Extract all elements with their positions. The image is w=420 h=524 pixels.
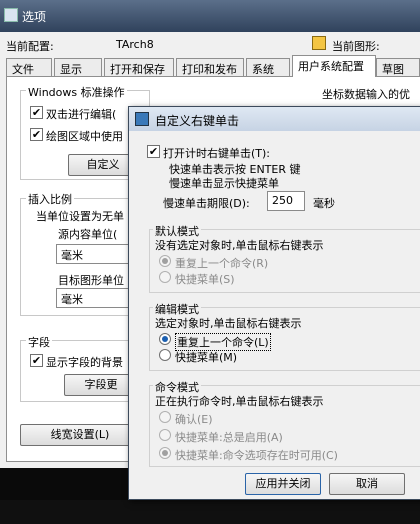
tab-plot-publish[interactable]: 打印和发布 xyxy=(176,58,244,77)
drawing-icon xyxy=(312,36,326,50)
slow-period-input[interactable]: 250 xyxy=(267,191,305,211)
command-shortcut-options-radio[interactable] xyxy=(159,447,171,459)
tab-drafting[interactable]: 草图 xyxy=(376,58,420,77)
field-background-label: 显示字段的背景 xyxy=(46,356,123,369)
current-profile-label: 当前配置: xyxy=(6,40,54,53)
current-profile-value: TArch8 xyxy=(116,38,154,51)
command-confirm-radio[interactable] xyxy=(159,411,171,423)
dblclick-edit-label: 双击进行编辑( xyxy=(46,108,117,121)
field-background-checkbox[interactable]: ✔ xyxy=(30,354,43,367)
shortcut-menu-label: 绘图区域中使用 xyxy=(46,130,123,143)
tab-open-save[interactable]: 打开和保存 xyxy=(104,58,174,77)
dblclick-edit-checkbox[interactable]: ✔ xyxy=(30,106,43,119)
right-click-dialog: 自定义右键单击 ✔ 打开计时右键单击(T): 快速单击表示按 ENTER 键 慢… xyxy=(128,106,420,500)
shortcut-menu-checkbox[interactable]: ✔ xyxy=(30,128,43,141)
default-mode-desc: 没有选定对象时,单击鼠标右键表示 xyxy=(155,239,324,252)
options-titlebar: 选项 xyxy=(0,0,420,32)
source-units-select[interactable]: 毫米 xyxy=(56,244,136,264)
command-confirm-label: 确认(E) xyxy=(175,413,213,426)
command-shortcut-always-label: 快捷菜单:总是启用(A) xyxy=(175,431,283,444)
lineweight-settings-button[interactable]: 线宽设置(L) xyxy=(20,424,140,446)
field-update-button[interactable]: 字段更 xyxy=(64,374,138,396)
target-units-select[interactable]: 毫米 xyxy=(56,288,136,308)
command-shortcut-always-radio[interactable] xyxy=(159,429,171,441)
edit-repeat-radio[interactable] xyxy=(159,333,171,345)
apply-close-button[interactable]: 应用并关闭 xyxy=(245,473,321,495)
windows-standard-label: Windows 标准操作 xyxy=(26,84,127,100)
default-repeat-radio[interactable] xyxy=(159,255,171,267)
command-mode-desc: 正在执行命令时,单击鼠标右键表示 xyxy=(155,395,324,408)
fields-label: 字段 xyxy=(26,334,52,350)
unitless-label: 当单位设置为无单 xyxy=(36,210,124,223)
autocad-icon xyxy=(135,112,149,126)
right-click-title: 自定义右键单击 xyxy=(155,114,240,128)
coord-input-group-label: 坐标数据输入的优 xyxy=(322,88,410,101)
default-shortcut-label: 快捷菜单(S) xyxy=(175,273,235,286)
timed-right-click-label: 打开计时右键单击(T): xyxy=(163,147,271,160)
default-repeat-label: 重复上一个命令(R) xyxy=(175,257,269,270)
current-drawing-label: 当前图形: xyxy=(332,40,380,53)
source-units-label: 源内容单位( xyxy=(58,228,118,241)
edit-shortcut-radio[interactable] xyxy=(159,349,171,361)
bottom-strip xyxy=(0,500,420,524)
tab-system[interactable]: 系统 xyxy=(246,58,290,77)
target-units-label: 目标图形单位 xyxy=(58,274,124,287)
milliseconds-label: 毫秒 xyxy=(313,197,335,210)
tab-display[interactable]: 显示 xyxy=(54,58,102,77)
slow-period-label: 慢速单击期限(D): xyxy=(163,197,250,210)
tab-files[interactable]: 文件 xyxy=(6,58,52,77)
slow-click-desc: 慢速单击显示快捷菜单 xyxy=(169,177,279,190)
default-shortcut-radio[interactable] xyxy=(159,271,171,283)
options-title: 选项 xyxy=(22,10,47,24)
right-click-titlebar: 自定义右键单击 xyxy=(129,107,420,131)
tab-user-preferences[interactable]: 用户系统配置 xyxy=(292,55,376,77)
edit-mode-desc: 选定对象时,单击鼠标右键表示 xyxy=(155,317,302,330)
cancel-button[interactable]: 取消 xyxy=(329,473,405,495)
command-shortcut-options-label: 快捷菜单:命令选项存在时可用(C) xyxy=(175,449,338,462)
options-window-icon xyxy=(4,8,18,22)
timed-right-click-checkbox[interactable]: ✔ xyxy=(147,145,160,158)
edit-shortcut-label: 快捷菜单(M) xyxy=(175,351,238,364)
insert-scale-label: 插入比例 xyxy=(26,191,74,207)
